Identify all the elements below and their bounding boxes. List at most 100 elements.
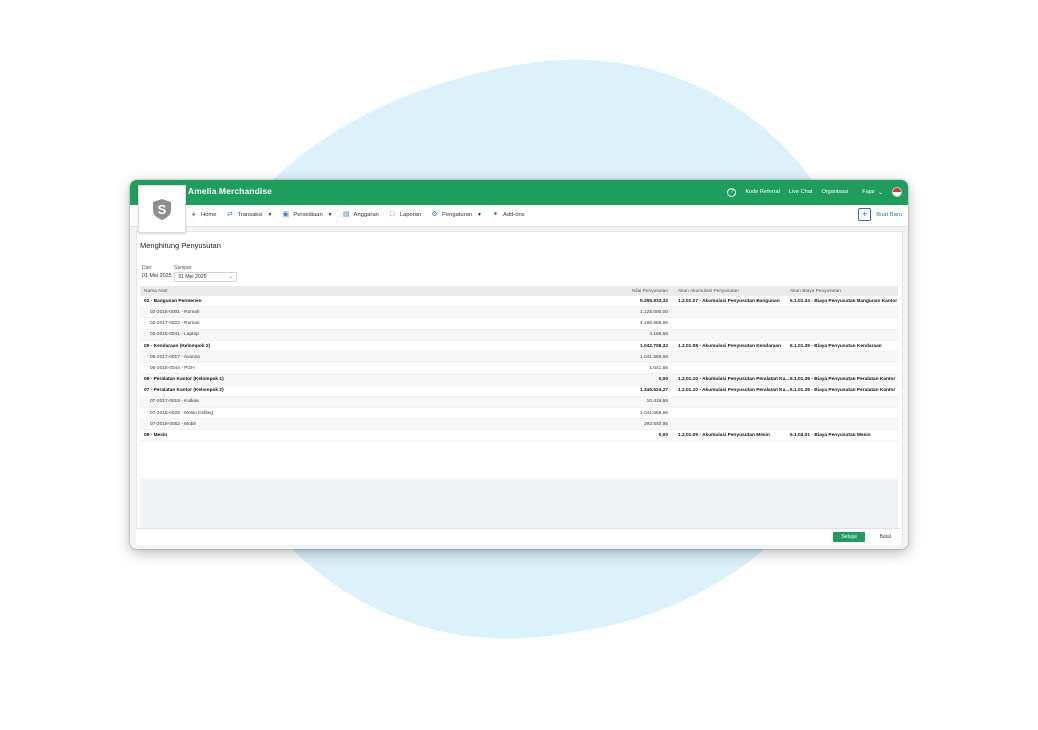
plus-icon: + (858, 208, 872, 221)
batal-button[interactable]: Batal (880, 532, 891, 542)
live-chat-link[interactable]: Live Chat (789, 189, 813, 195)
asset-name-cell: 09 - Mesin (144, 433, 168, 439)
caret-down-icon: ▼ (267, 211, 273, 218)
nav-label: Home (201, 211, 217, 218)
logo-letter: S (158, 202, 167, 217)
footer-bar: Setujui Batal (136, 528, 901, 545)
depreciation-value-cell: 0,00 (658, 433, 668, 439)
nav-anggaran[interactable]: ▤ Anggaran (343, 211, 379, 218)
depreciation-value-cell: 0,00 (658, 377, 668, 383)
accumulation-account-cell: 1.2.01.07 - Akumulasi Penyusutan Banguna… (678, 298, 780, 304)
nav-persediaan[interactable]: ▣ Persediaan ▼ (282, 211, 333, 218)
nav-label: Transaksi (237, 211, 263, 218)
nav-home[interactable]: ◕ Home (190, 211, 216, 218)
exchange-icon: ⇄ (227, 211, 233, 218)
asset-name-cell: 02-2018-0041 - Laptop (150, 332, 199, 338)
asset-name-cell: 07-2018-0025 - Mesin Drilling (150, 410, 213, 416)
table-row[interactable]: 05 - Kendaraan (Kelompok 2) 1.042.708,32 1… (140, 341, 898, 352)
asset-name-cell: 02-2017-0022 - Ruman (150, 321, 200, 327)
expense-account-cell: 6.1.01.36 - Biaya Penyusutan Peralatan K… (790, 388, 896, 394)
col-header-acc-accum: Akun Akumulasi Penyusutan (678, 288, 739, 294)
depreciation-value-cell: 4.166.666,66 (639, 321, 668, 327)
chevron-down-icon: ⌄ (228, 274, 233, 280)
nav-pengaturan[interactable]: ⚙ Pengaturan ▼ (431, 211, 482, 218)
chevron-down-icon[interactable]: ⌄ (878, 189, 883, 196)
table-row[interactable]: 02-2017-0022 - Ruman 4.166.666,66 (140, 318, 898, 330)
col-header-name: Nama Aset (144, 288, 168, 294)
app-window: Amelia Merchandise ? Kode Referral Live … (130, 180, 908, 549)
main-nav: ◕ Home ⇄ Transaksi ▼ ▣ Persediaan ▼ ▤ An… (130, 205, 908, 227)
kode-referral-link[interactable]: Kode Referral (745, 189, 780, 195)
table-row[interactable]: 07 - Peralatan Kantor (Kelompok 2) 1.345.… (140, 386, 898, 397)
table-row[interactable]: 02 - Bangunan Permenen 5.295.833,32 1.2.01… (140, 296, 898, 308)
asset-name-cell: 06 - Peralatan Kantor (Kelompok 1) (144, 377, 224, 383)
dari-value: 01 Mei 2025 (142, 273, 172, 279)
setujui-button[interactable]: Setujui (833, 532, 865, 542)
asset-name-cell: 05 - Kendaraan (Kelompok 2) (144, 343, 211, 349)
table-row[interactable]: 07-2018-0052 - Mobil 293.540,95 (140, 419, 898, 431)
sampai-select[interactable]: 31 Mei 2025 ⌄ (174, 272, 237, 282)
main-content: Menghitung Penyusutan Dari: 01 Mei 2025 … (136, 231, 903, 543)
table-row[interactable]: 07-2017-0018 - Kulkas 10.416,66 (140, 396, 898, 408)
nav-transaksi[interactable]: ⇄ Transaksi ▼ (226, 211, 272, 218)
question-circle-icon[interactable]: ? (727, 187, 737, 197)
dashboard-icon: ◕ (191, 211, 196, 218)
gear-icon: ⚙ (431, 211, 438, 218)
expense-account-cell: 6.1.04.01 - Biaya Penyusutan Mesin (790, 433, 871, 439)
nav-label: Pengaturan (442, 211, 473, 218)
accumulation-account-cell: 1.2.01.08 - Akumulasi Penyusutan Kendara… (678, 343, 781, 349)
budget-icon: ▤ (342, 211, 350, 218)
depreciation-value-cell: 1.042.708,32 (639, 343, 668, 349)
top-bar: Amelia Merchandise ? Kode Referral Live … (130, 180, 908, 205)
buat-baru-button[interactable]: + Buat Baru (858, 208, 902, 221)
indonesia-flag-icon[interactable] (892, 187, 902, 197)
col-header-acc-expense: Akun Biaya Penyusutan (790, 288, 841, 294)
caret-down-icon: ▼ (327, 211, 333, 218)
user-menu[interactable]: Fajar (862, 189, 875, 195)
table-row[interactable]: 06 - Peralatan Kantor (Kelompok 1) 0,00 1.… (140, 374, 898, 386)
depreciation-value-cell: 1.041.666,66 (639, 354, 668, 360)
asset-name-cell: 02-2015-0001 - Rumah (150, 309, 200, 315)
table-row[interactable]: 05-2018-0044 - PGH 1.041,66 (140, 363, 898, 375)
expense-account-cell: 6.1.01.35 - Biaya Penyusutan Kendaraan (790, 343, 882, 349)
company-logo[interactable]: S (138, 185, 186, 233)
sampai-value: 31 Mei 2025 (178, 274, 207, 280)
expense-account-cell: 6.1.01.34 - Biaya Penyusutan Bangunan Ka… (790, 298, 898, 304)
depreciation-value-cell: 1.041.666,66 (639, 410, 668, 416)
box-icon: ▣ (282, 211, 290, 218)
nav-label: Laporan (399, 211, 422, 218)
top-bar-actions: ? Kode Referral Live Chat Organisasi Faj… (718, 187, 902, 197)
expense-account-cell: 6.1.01.36 - Biaya Penyusutan Peralatan K… (790, 377, 896, 383)
table-row[interactable]: 09 - Mesin 0,00 1.2.01.09 - Akumulasi Peny… (140, 430, 898, 442)
table-empty-area (140, 479, 898, 530)
buat-baru-label: Buat Baru (876, 211, 902, 218)
depreciation-value-cell: 10.416,66 (646, 399, 668, 405)
sampai-label: Sampai: (174, 265, 193, 271)
dari-label: Dari: (142, 265, 153, 271)
depreciation-value-cell: 1.041,66 (649, 365, 668, 371)
table-header: Nama Aset Nilai Penyusutan Akun Akumulas… (140, 286, 898, 296)
depreciation-value-cell: 5.295.833,32 (639, 298, 668, 304)
asset-name-cell: 02 - Bangunan Permenen (144, 298, 202, 304)
table-row[interactable]: 02-2015-0001 - Rumah 1.125.000,00 (140, 307, 898, 319)
table-row[interactable]: 05-2017-0017 - Avanza 1.041.666,66 (140, 351, 898, 364)
depreciation-value-cell: 293.540,95 (643, 421, 668, 427)
report-icon: □ (390, 211, 395, 218)
table-row[interactable]: 02-2018-0041 - Laptop 4.166,66 (140, 329, 898, 341)
asset-name-cell: 07-2018-0052 - Mobil (150, 421, 196, 427)
depreciation-table: Nama Aset Nilai Penyusutan Akun Akumulas… (140, 286, 898, 442)
nav-label: Anggaran (353, 211, 379, 218)
col-header-value: Nilai Penyusutan (632, 288, 668, 294)
page-title: Menghitung Penyusutan (140, 241, 221, 250)
app-title: Amelia Merchandise (188, 186, 272, 196)
asset-name-cell: 07-2017-0018 - Kulkas (150, 399, 199, 405)
table-row[interactable]: 07-2018-0025 - Mesin Drilling 1.041.666,6… (140, 408, 898, 420)
nav-laporan[interactable]: □ Laporan (389, 211, 421, 218)
accumulation-account-cell: 1.2.01.10 - Akumulasi Penyusutan Peralat… (678, 388, 790, 394)
nav-label: Persediaan (293, 211, 323, 218)
accumulation-account-cell: 1.2.01.10 - Akumulasi Penyusutan Peralat… (678, 377, 790, 383)
nav-label: Add-ons (502, 211, 525, 218)
depreciation-value-cell: 4.166,66 (649, 332, 668, 338)
organisasi-link[interactable]: Organisasi (821, 189, 848, 195)
nav-add-ons[interactable]: ✦ Add-ons (492, 211, 525, 218)
